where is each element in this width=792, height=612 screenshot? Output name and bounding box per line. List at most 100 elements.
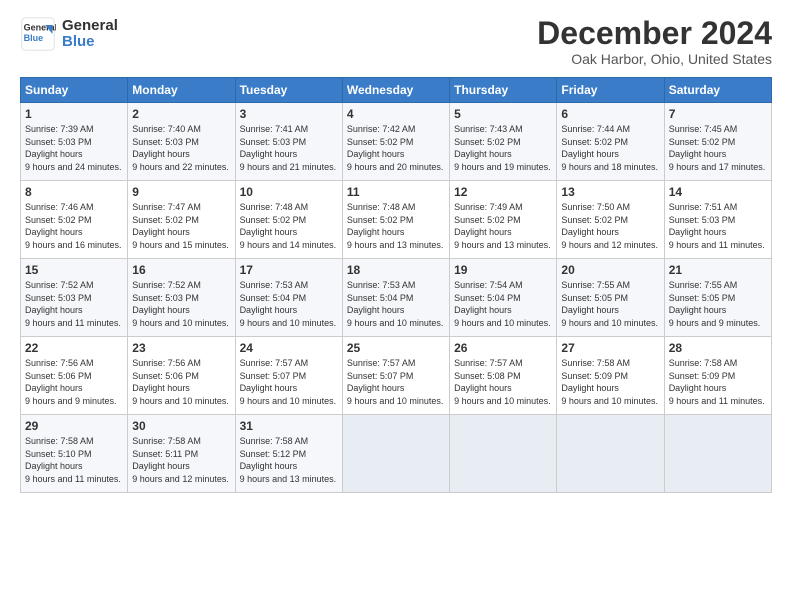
month-title: December 2024 [537,16,772,51]
table-row: 18 Sunrise: 7:53 AM Sunset: 5:04 PM Dayl… [342,259,449,337]
table-row [450,415,557,493]
table-row: 11 Sunrise: 7:48 AM Sunset: 5:02 PM Dayl… [342,181,449,259]
table-row [664,415,771,493]
day-number: 21 [669,263,767,277]
calendar-body: 1 Sunrise: 7:39 AM Sunset: 5:03 PM Dayli… [21,103,772,493]
logo-icon: General Blue [20,16,56,52]
cell-info: Sunrise: 7:57 AM Sunset: 5:07 PM Dayligh… [347,357,445,407]
table-row: 2 Sunrise: 7:40 AM Sunset: 5:03 PM Dayli… [128,103,235,181]
table-row: 30 Sunrise: 7:58 AM Sunset: 5:11 PM Dayl… [128,415,235,493]
calendar-week-row: 29 Sunrise: 7:58 AM Sunset: 5:10 PM Dayl… [21,415,772,493]
cell-info: Sunrise: 7:53 AM Sunset: 5:04 PM Dayligh… [240,279,338,329]
table-row: 7 Sunrise: 7:45 AM Sunset: 5:02 PM Dayli… [664,103,771,181]
cell-info: Sunrise: 7:53 AM Sunset: 5:04 PM Dayligh… [347,279,445,329]
day-number: 17 [240,263,338,277]
day-number: 13 [561,185,659,199]
table-row: 25 Sunrise: 7:57 AM Sunset: 5:07 PM Dayl… [342,337,449,415]
cell-info: Sunrise: 7:43 AM Sunset: 5:02 PM Dayligh… [454,123,552,173]
table-row: 28 Sunrise: 7:58 AM Sunset: 5:09 PM Dayl… [664,337,771,415]
day-number: 2 [132,107,230,121]
title-block: December 2024 Oak Harbor, Ohio, United S… [537,16,772,67]
table-row: 8 Sunrise: 7:46 AM Sunset: 5:02 PM Dayli… [21,181,128,259]
day-number: 24 [240,341,338,355]
cell-info: Sunrise: 7:50 AM Sunset: 5:02 PM Dayligh… [561,201,659,251]
day-number: 9 [132,185,230,199]
cell-info: Sunrise: 7:45 AM Sunset: 5:02 PM Dayligh… [669,123,767,173]
col-wednesday: Wednesday [342,78,449,103]
calendar-week-row: 15 Sunrise: 7:52 AM Sunset: 5:03 PM Dayl… [21,259,772,337]
table-row: 13 Sunrise: 7:50 AM Sunset: 5:02 PM Dayl… [557,181,664,259]
col-sunday: Sunday [21,78,128,103]
table-row: 9 Sunrise: 7:47 AM Sunset: 5:02 PM Dayli… [128,181,235,259]
table-row: 3 Sunrise: 7:41 AM Sunset: 5:03 PM Dayli… [235,103,342,181]
col-friday: Friday [557,78,664,103]
day-number: 29 [25,419,123,433]
location-text: Oak Harbor, Ohio, United States [537,51,772,67]
table-row: 27 Sunrise: 7:58 AM Sunset: 5:09 PM Dayl… [557,337,664,415]
day-number: 16 [132,263,230,277]
cell-info: Sunrise: 7:51 AM Sunset: 5:03 PM Dayligh… [669,201,767,251]
table-row: 1 Sunrise: 7:39 AM Sunset: 5:03 PM Dayli… [21,103,128,181]
day-number: 5 [454,107,552,121]
cell-info: Sunrise: 7:54 AM Sunset: 5:04 PM Dayligh… [454,279,552,329]
table-row: 6 Sunrise: 7:44 AM Sunset: 5:02 PM Dayli… [557,103,664,181]
day-number: 4 [347,107,445,121]
cell-info: Sunrise: 7:55 AM Sunset: 5:05 PM Dayligh… [561,279,659,329]
day-number: 6 [561,107,659,121]
cell-info: Sunrise: 7:58 AM Sunset: 5:12 PM Dayligh… [240,435,338,485]
table-row: 24 Sunrise: 7:57 AM Sunset: 5:07 PM Dayl… [235,337,342,415]
cell-info: Sunrise: 7:42 AM Sunset: 5:02 PM Dayligh… [347,123,445,173]
calendar-week-row: 1 Sunrise: 7:39 AM Sunset: 5:03 PM Dayli… [21,103,772,181]
col-monday: Monday [128,78,235,103]
table-row: 12 Sunrise: 7:49 AM Sunset: 5:02 PM Dayl… [450,181,557,259]
day-number: 1 [25,107,123,121]
day-number: 18 [347,263,445,277]
day-number: 14 [669,185,767,199]
table-row: 23 Sunrise: 7:56 AM Sunset: 5:06 PM Dayl… [128,337,235,415]
table-row: 31 Sunrise: 7:58 AM Sunset: 5:12 PM Dayl… [235,415,342,493]
cell-info: Sunrise: 7:44 AM Sunset: 5:02 PM Dayligh… [561,123,659,173]
table-row: 21 Sunrise: 7:55 AM Sunset: 5:05 PM Dayl… [664,259,771,337]
cell-info: Sunrise: 7:48 AM Sunset: 5:02 PM Dayligh… [240,201,338,251]
cell-info: Sunrise: 7:52 AM Sunset: 5:03 PM Dayligh… [132,279,230,329]
day-number: 19 [454,263,552,277]
day-number: 12 [454,185,552,199]
day-number: 10 [240,185,338,199]
cell-info: Sunrise: 7:48 AM Sunset: 5:02 PM Dayligh… [347,201,445,251]
cell-info: Sunrise: 7:58 AM Sunset: 5:09 PM Dayligh… [561,357,659,407]
col-thursday: Thursday [450,78,557,103]
cell-info: Sunrise: 7:55 AM Sunset: 5:05 PM Dayligh… [669,279,767,329]
day-number: 8 [25,185,123,199]
table-row: 20 Sunrise: 7:55 AM Sunset: 5:05 PM Dayl… [557,259,664,337]
logo-general-text: General [62,18,118,35]
calendar-week-row: 8 Sunrise: 7:46 AM Sunset: 5:02 PM Dayli… [21,181,772,259]
table-row: 26 Sunrise: 7:57 AM Sunset: 5:08 PM Dayl… [450,337,557,415]
logo-text: General Blue [62,18,118,51]
cell-info: Sunrise: 7:47 AM Sunset: 5:02 PM Dayligh… [132,201,230,251]
cell-info: Sunrise: 7:57 AM Sunset: 5:08 PM Dayligh… [454,357,552,407]
cell-info: Sunrise: 7:52 AM Sunset: 5:03 PM Dayligh… [25,279,123,329]
day-number: 11 [347,185,445,199]
header: General Blue General Blue December 2024 … [20,16,772,67]
cell-info: Sunrise: 7:58 AM Sunset: 5:09 PM Dayligh… [669,357,767,407]
page-container: General Blue General Blue December 2024 … [0,0,792,503]
table-row: 22 Sunrise: 7:56 AM Sunset: 5:06 PM Dayl… [21,337,128,415]
col-saturday: Saturday [664,78,771,103]
day-number: 28 [669,341,767,355]
table-row: 16 Sunrise: 7:52 AM Sunset: 5:03 PM Dayl… [128,259,235,337]
day-number: 27 [561,341,659,355]
table-row: 14 Sunrise: 7:51 AM Sunset: 5:03 PM Dayl… [664,181,771,259]
day-number: 7 [669,107,767,121]
cell-info: Sunrise: 7:41 AM Sunset: 5:03 PM Dayligh… [240,123,338,173]
table-row [342,415,449,493]
table-row: 5 Sunrise: 7:43 AM Sunset: 5:02 PM Dayli… [450,103,557,181]
logo: General Blue General Blue [20,16,118,52]
day-number: 22 [25,341,123,355]
day-number: 30 [132,419,230,433]
cell-info: Sunrise: 7:56 AM Sunset: 5:06 PM Dayligh… [132,357,230,407]
day-number: 25 [347,341,445,355]
day-number: 20 [561,263,659,277]
table-row [557,415,664,493]
cell-info: Sunrise: 7:40 AM Sunset: 5:03 PM Dayligh… [132,123,230,173]
cell-info: Sunrise: 7:57 AM Sunset: 5:07 PM Dayligh… [240,357,338,407]
